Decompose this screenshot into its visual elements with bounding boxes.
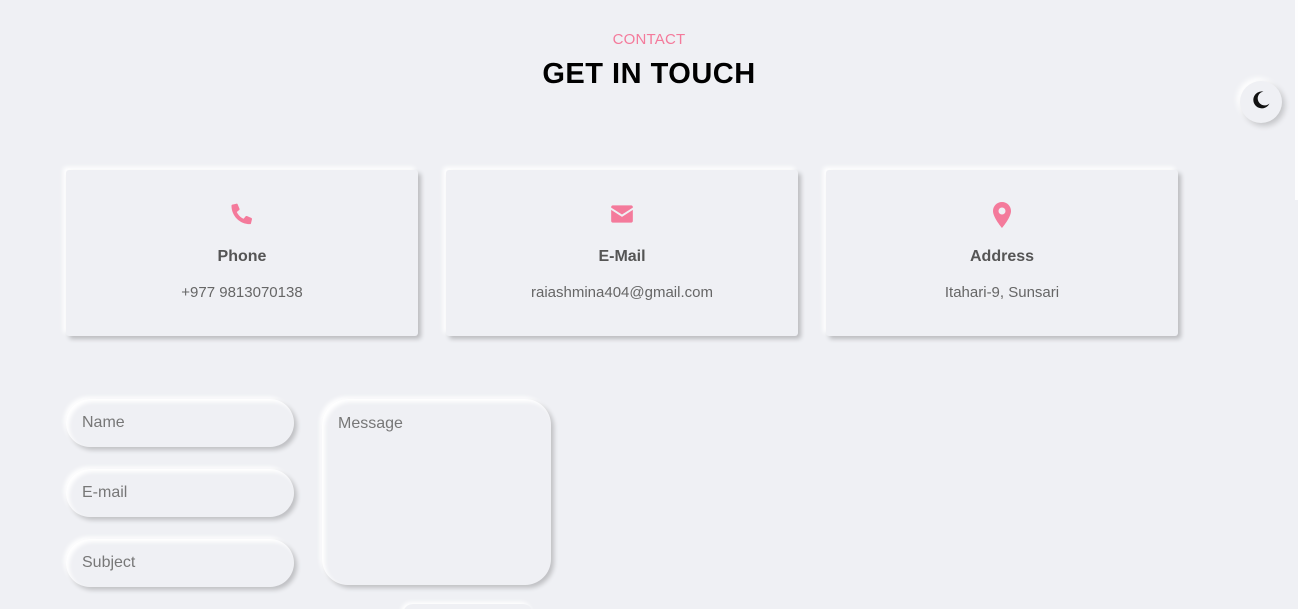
address-text: Itahari-9, Sunsari bbox=[944, 284, 1060, 301]
phone-icon bbox=[229, 201, 255, 232]
card-label: Phone bbox=[217, 248, 267, 265]
contact-card-address: Address Itahari-9, Sunsari bbox=[826, 170, 1178, 336]
name-input[interactable] bbox=[66, 399, 294, 447]
envelope-icon bbox=[609, 201, 635, 232]
email-address: raiashmina404@gmail.com bbox=[531, 284, 713, 301]
moon-icon bbox=[1251, 90, 1271, 115]
contact-section: CONTACT GET IN TOUCH Phone +977 98130701… bbox=[0, 0, 1298, 609]
card-label: Address bbox=[969, 248, 1035, 265]
contact-card-phone: Phone +977 9813070138 bbox=[66, 170, 418, 336]
section-subtitle: CONTACT bbox=[612, 31, 686, 48]
map-pin-icon bbox=[990, 201, 1014, 234]
page-title: GET IN TOUCH bbox=[542, 58, 756, 90]
card-label: E-Mail bbox=[598, 248, 646, 265]
message-textarea[interactable] bbox=[322, 399, 551, 585]
theme-toggle-button[interactable] bbox=[1240, 81, 1282, 123]
subject-input[interactable] bbox=[66, 539, 294, 587]
email-input[interactable] bbox=[66, 469, 294, 517]
contact-card-email: E-Mail raiashmina404@gmail.com bbox=[446, 170, 798, 336]
phone-number: +977 9813070138 bbox=[181, 284, 303, 301]
submit-button[interactable] bbox=[403, 604, 533, 609]
